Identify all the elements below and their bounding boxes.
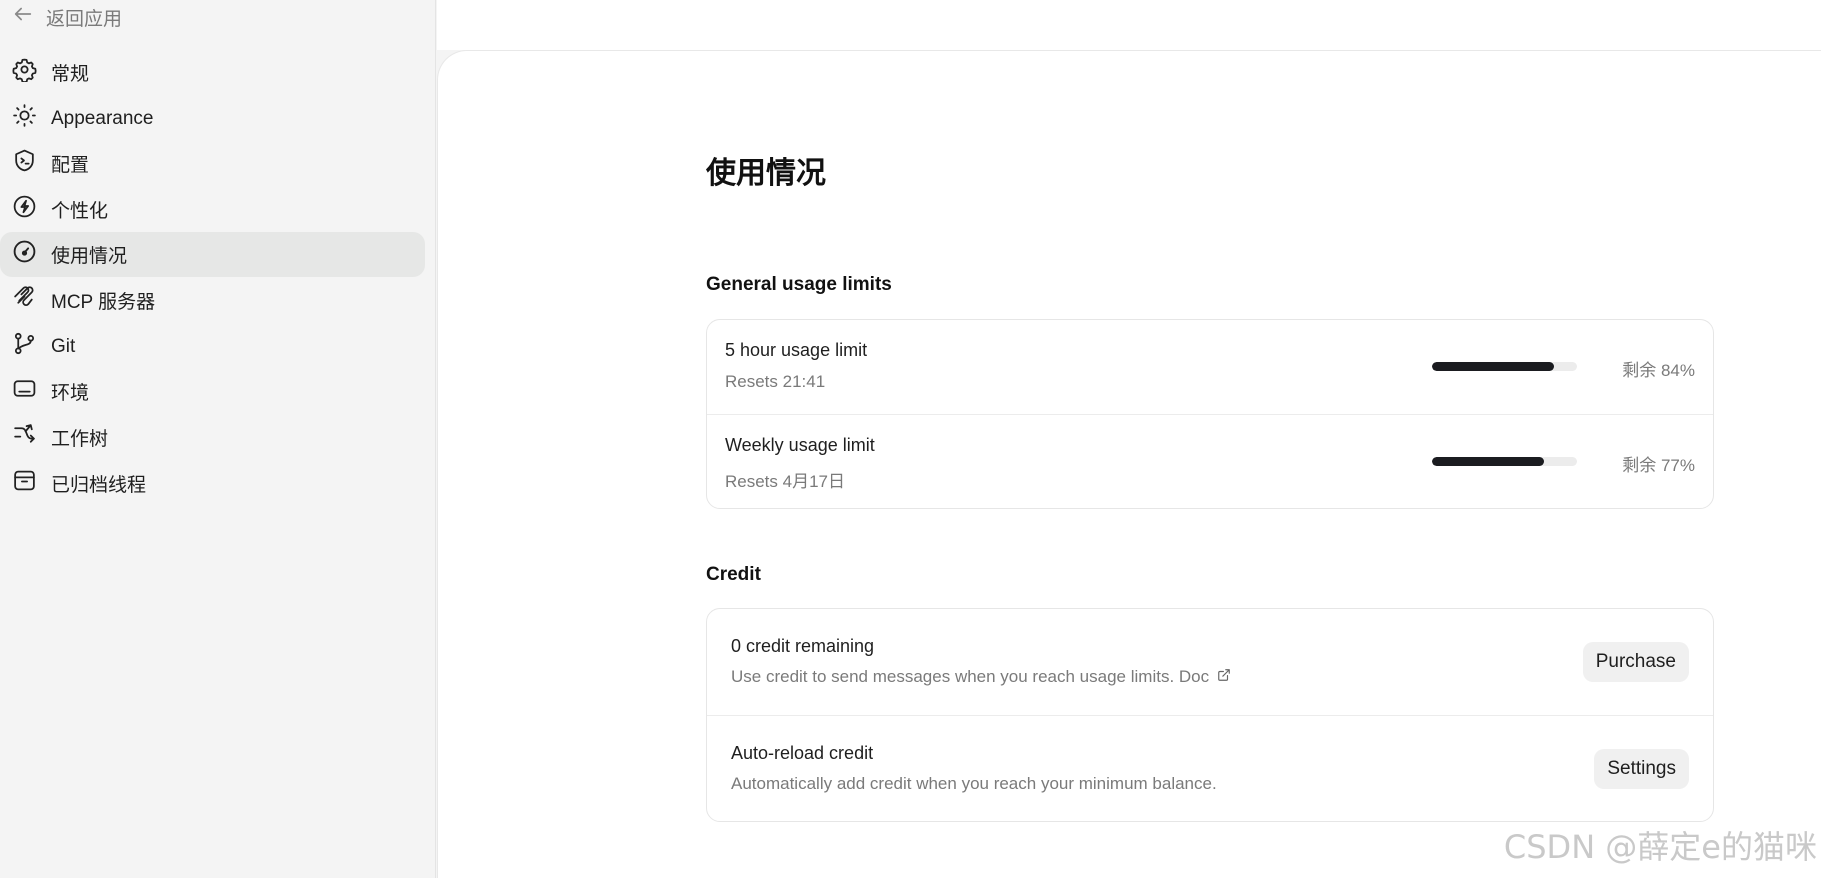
- sidebar-item-worktree[interactable]: 工作树: [0, 415, 425, 460]
- sun-icon: [12, 103, 37, 134]
- usage-remaining-label: 剩余 77%: [1622, 456, 1695, 475]
- sidebar-item-config[interactable]: 配置: [0, 141, 425, 186]
- sidebar: 返回应用 常规 Appearance 配置 个性化 使用情况 MCP 服务器 G…: [0, 0, 436, 878]
- auto-reload-description: Automatically add credit when you reach …: [731, 774, 1217, 793]
- sidebar-item-environment[interactable]: 环境: [0, 369, 425, 414]
- git-branch-icon: [12, 331, 37, 362]
- general-usage-section-title: General usage limits: [706, 274, 892, 295]
- purchase-button[interactable]: Purchase: [1582, 642, 1689, 682]
- gear-icon: [12, 57, 37, 88]
- sidebar-item-archived-threads[interactable]: 已归档线程: [0, 461, 425, 506]
- archive-icon: [12, 468, 37, 499]
- credit-description: Use credit to send messages when you rea…: [731, 667, 1231, 687]
- sidebar-item-label: MCP 服务器: [51, 292, 156, 313]
- sidebar-item-label: 使用情况: [51, 246, 128, 267]
- sidebar-item-label: 个性化: [51, 201, 109, 222]
- usage-limit-reset: Resets 4月17日: [725, 472, 845, 491]
- usage-limit-row: 5 hour usage limit Resets 21:41 剩余 84%: [707, 320, 1713, 414]
- sidebar-item-label: 环境: [51, 383, 90, 404]
- usage-progress-bar: [1432, 457, 1577, 466]
- personalize-icon: [12, 194, 37, 225]
- worktree-icon: [12, 422, 37, 453]
- credit-card: 0 credit remaining Use credit to send me…: [706, 608, 1714, 822]
- sidebar-item-label: 配置: [51, 155, 90, 176]
- external-link-icon[interactable]: [1217, 667, 1231, 687]
- top-bar: [437, 0, 1821, 50]
- sidebar-item-label: 工作树: [51, 429, 109, 450]
- gauge-icon: [12, 239, 37, 270]
- sidebar-item-git[interactable]: Git: [0, 324, 425, 369]
- arrow-left-icon: [12, 3, 34, 31]
- credit-row: 0 credit remaining Use credit to send me…: [707, 609, 1713, 715]
- usage-progress-bar: [1432, 362, 1577, 371]
- usage-limit-title: 5 hour usage limit: [725, 340, 868, 360]
- credit-description-text: Use credit to send messages when you rea…: [731, 667, 1210, 686]
- sidebar-item-general[interactable]: 常规: [0, 50, 425, 95]
- back-to-app-button[interactable]: 返回应用: [12, 4, 122, 30]
- sidebar-item-label: Appearance: [51, 107, 154, 129]
- page-title: 使用情况: [706, 157, 826, 190]
- sidebar-item-appearance[interactable]: Appearance: [0, 96, 425, 141]
- credit-row: Auto-reload credit Automatically add cre…: [707, 715, 1713, 821]
- sidebar-item-label: Git: [51, 335, 76, 357]
- sidebar-item-label: 已归档线程: [51, 475, 147, 496]
- monitor-icon: [12, 376, 37, 407]
- shield-terminal-icon: [12, 148, 37, 179]
- usage-limit-row: Weekly usage limit Resets 4月17日 剩余 77%: [707, 414, 1713, 508]
- credit-remaining-title: 0 credit remaining: [731, 636, 875, 656]
- usage-limits-card: 5 hour usage limit Resets 21:41 剩余 84% W…: [706, 319, 1714, 509]
- credit-section-title: Credit: [706, 564, 761, 585]
- watermark: CSDN @薛定e的猫咪: [1503, 828, 1817, 866]
- back-label: 返回应用: [46, 8, 123, 30]
- usage-limit-title: Weekly usage limit: [725, 435, 875, 455]
- auto-reload-title: Auto-reload credit: [731, 743, 874, 763]
- sidebar-item-usage[interactable]: 使用情况: [0, 232, 425, 277]
- sidebar-item-label: 常规: [51, 64, 90, 85]
- usage-remaining-label: 剩余 84%: [1622, 361, 1695, 380]
- usage-progress-fill: [1432, 457, 1544, 466]
- sidebar-item-mcp-servers[interactable]: MCP 服务器: [0, 278, 425, 323]
- settings-button[interactable]: Settings: [1594, 749, 1689, 789]
- usage-limit-reset: Resets 21:41: [725, 372, 826, 391]
- usage-progress-fill: [1432, 362, 1554, 371]
- mcp-icon: [12, 285, 37, 316]
- sidebar-item-personalize[interactable]: 个性化: [0, 187, 425, 232]
